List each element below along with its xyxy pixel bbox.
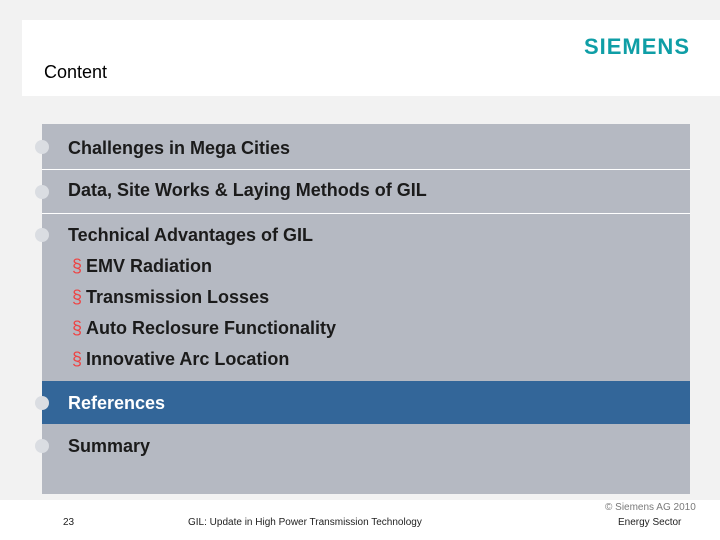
bullet-icon: [35, 396, 49, 410]
subitem-auto-reclosure[interactable]: § Auto Reclosure Functionality: [72, 318, 336, 339]
subitem-transmission-losses[interactable]: § Transmission Losses: [72, 287, 269, 308]
bullet-icon: [35, 140, 49, 154]
section-marker-icon: §: [72, 318, 83, 338]
agenda-item-references[interactable]: References: [35, 381, 690, 424]
bullet-icon: [35, 439, 49, 453]
department: Energy Sector: [618, 517, 682, 528]
section-marker-icon: §: [72, 349, 83, 369]
agenda-item-label: Data, Site Works & Laying Methods of GIL: [68, 180, 427, 200]
subitem-arc-location[interactable]: § Innovative Arc Location: [72, 349, 289, 370]
agenda-item-challenges[interactable]: Challenges in Mega Cities: [35, 124, 690, 170]
subitem-emv-radiation[interactable]: § EMV Radiation: [72, 256, 212, 277]
footer-subtitle: GIL: Update in High Power Transmission T…: [188, 517, 422, 528]
agenda-item-label: Challenges in Mega Cities: [68, 138, 291, 158]
agenda-item-label: Summary: [68, 436, 151, 456]
page-number: 23: [63, 517, 75, 528]
page-title: Content: [44, 62, 108, 82]
footer: 23 GIL: Update in High Power Transmissio…: [0, 500, 720, 540]
copyright: © Siemens AG 2010: [605, 502, 696, 513]
bullet-icon: [35, 228, 49, 242]
agenda-item-summary[interactable]: Summary: [35, 424, 690, 468]
agenda-item-label: Technical Advantages of GIL: [68, 225, 314, 245]
siemens-logo: SIEMENS: [583, 34, 690, 59]
section-marker-icon: §: [72, 256, 83, 276]
section-marker-icon: §: [72, 287, 83, 307]
bullet-icon: [35, 185, 49, 199]
agenda-item-data-site-works[interactable]: Data, Site Works & Laying Methods of GIL: [35, 170, 690, 214]
agenda-item-label: References: [68, 393, 166, 413]
